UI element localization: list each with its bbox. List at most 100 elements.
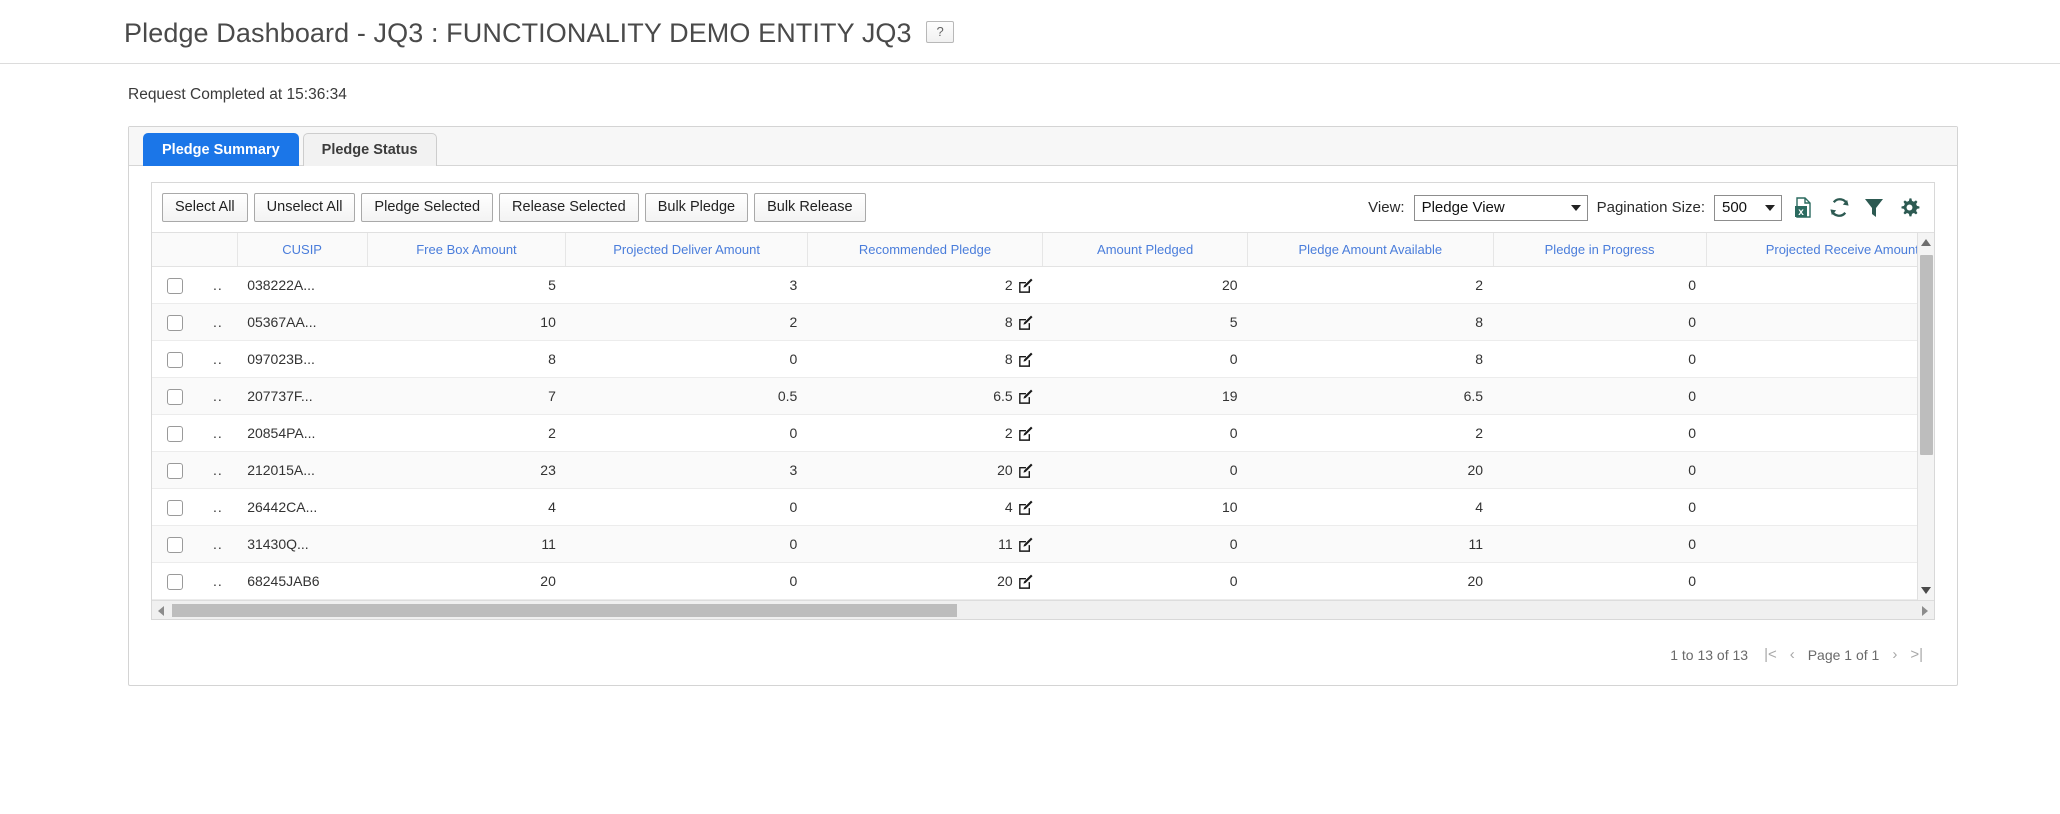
row-checkbox[interactable] (167, 277, 184, 294)
pledge-table: CUSIP Free Box Amount Projected Deliver … (152, 233, 1934, 600)
edit-pencil-icon[interactable] (1018, 500, 1033, 515)
cell-amount-pledged: 19 (1042, 377, 1248, 415)
tab-pledge-summary[interactable]: Pledge Summary (143, 133, 299, 166)
cell-free-box-amount: 4 (367, 488, 566, 526)
row-menu-cell[interactable]: .. (198, 414, 238, 452)
edit-pencil-icon[interactable] (1018, 389, 1033, 404)
column-header-projected-receive[interactable]: Projected Receive Amount (1705, 233, 1934, 267)
row-menu-cell[interactable]: .. (198, 340, 238, 378)
help-button[interactable]: ? (926, 20, 955, 43)
scroll-left-icon[interactable] (158, 606, 164, 616)
cell-pledge-amount-available: 4 (1247, 488, 1494, 526)
pagination-bar: 1 to 13 of 13 |< ‹ Page 1 of 1 › >| (139, 620, 1947, 667)
previous-page-button[interactable]: ‹ (1790, 646, 1795, 663)
table-row[interactable]: ..05367AA...10285800 (152, 303, 1934, 341)
release-selected-button[interactable]: Release Selected (499, 193, 639, 222)
cell-cusip: 26442CA... (237, 488, 368, 526)
cell-pledge-in-progress: 0 (1493, 525, 1707, 563)
row-select-cell (152, 414, 199, 452)
table-scroll-area: CUSIP Free Box Amount Projected Deliver … (152, 232, 1934, 600)
grid-toolbar: Select All Unselect All Pledge Selected … (152, 183, 1934, 232)
cell-pledge-amount-available: 2 (1247, 414, 1494, 452)
cell-pledge-in-progress: 0 (1493, 377, 1707, 415)
edit-pencil-icon[interactable] (1018, 574, 1033, 589)
table-row[interactable]: ..26442CA...40410400 (152, 488, 1934, 526)
bulk-release-button[interactable]: Bulk Release (754, 193, 866, 222)
cell-free-box-amount: 11 (367, 525, 566, 563)
table-row[interactable]: ..20854PA...2020200 (152, 414, 1934, 452)
edit-pencil-icon[interactable] (1018, 315, 1033, 330)
row-checkbox[interactable] (167, 314, 184, 331)
edit-pencil-icon[interactable] (1018, 426, 1033, 441)
first-page-button[interactable]: |< (1764, 646, 1777, 663)
cell-projected-receive-amount: 0 (1706, 266, 1934, 304)
vertical-scroll-thumb[interactable] (1920, 255, 1933, 455)
vertical-scrollbar[interactable] (1917, 233, 1934, 600)
table-row[interactable]: ..097023B...8080800 (152, 340, 1934, 378)
excel-export-icon[interactable]: x (1791, 195, 1817, 221)
column-header-projected-deliver[interactable]: Projected Deliver Amount (565, 233, 808, 267)
row-checkbox[interactable] (167, 388, 184, 405)
row-checkbox[interactable] (167, 351, 184, 368)
bulk-pledge-button[interactable]: Bulk Pledge (644, 193, 749, 222)
cell-recommended-pledge-value: 6.5 (993, 388, 1013, 404)
column-header-free-box-amount[interactable]: Free Box Amount (366, 233, 566, 267)
unselect-all-button[interactable]: Unselect All (253, 193, 356, 222)
row-menu-cell[interactable]: .. (198, 303, 238, 341)
row-menu-cell[interactable]: .. (198, 525, 238, 563)
cell-projected-receive-amount: 0 (1706, 414, 1934, 452)
cell-projected-deliver-amount: 0 (565, 340, 808, 378)
filter-icon[interactable] (1861, 195, 1887, 221)
row-checkbox[interactable] (167, 536, 184, 553)
column-header-recommended-pledge[interactable]: Recommended Pledge (806, 233, 1043, 267)
scroll-up-icon[interactable] (1921, 239, 1931, 246)
next-page-button[interactable]: › (1892, 646, 1897, 663)
row-checkbox[interactable] (167, 573, 184, 590)
row-menu-cell[interactable]: .. (198, 451, 238, 489)
table-row[interactable]: ..207737F...70.56.5196.500 (152, 377, 1934, 415)
pagination-size-select[interactable]: 500 (1714, 194, 1782, 221)
row-menu-cell[interactable]: .. (198, 266, 238, 304)
table-row[interactable]: ..038222A...53220200 (152, 266, 1934, 304)
edit-pencil-icon[interactable] (1018, 537, 1033, 552)
edit-pencil-icon[interactable] (1018, 278, 1033, 293)
row-checkbox[interactable] (167, 462, 184, 479)
horizontal-scroll-thumb[interactable] (172, 604, 957, 617)
cell-projected-receive-amount: 0 (1706, 377, 1934, 415)
cell-pledge-amount-available: 20 (1247, 562, 1494, 600)
row-checkbox[interactable] (167, 499, 184, 516)
page-title: Pledge Dashboard - JQ3 : FUNCTIONALITY D… (124, 18, 912, 48)
row-menu-cell[interactable]: .. (198, 377, 238, 415)
select-all-button[interactable]: Select All (162, 193, 248, 222)
horizontal-scrollbar[interactable] (152, 600, 1934, 619)
cell-pledge-in-progress: 0 (1493, 266, 1707, 304)
table-row[interactable]: ..212015A...2332002000 (152, 451, 1934, 489)
cell-projected-receive-amount: 0 (1706, 488, 1934, 526)
scroll-down-icon[interactable] (1921, 587, 1931, 594)
view-select[interactable]: Pledge View (1413, 194, 1588, 221)
scroll-right-icon[interactable] (1922, 606, 1928, 616)
settings-gear-icon[interactable] (1896, 195, 1922, 221)
column-header-pledge-amount-available[interactable]: Pledge Amount Available (1247, 233, 1494, 267)
table-row[interactable]: ..68245JAB62002002000 (152, 562, 1934, 600)
cell-cusip: 68245JAB6 (237, 562, 368, 600)
last-page-button[interactable]: >| (1910, 646, 1923, 663)
view-label: View: (1368, 199, 1405, 216)
table-row[interactable]: ..31430Q...1101101100 (152, 525, 1934, 563)
edit-pencil-icon[interactable] (1018, 463, 1033, 478)
refresh-icon[interactable] (1826, 195, 1852, 221)
row-select-cell (152, 488, 199, 526)
row-menu-cell[interactable]: .. (198, 488, 238, 526)
cell-recommended-pledge: 2 (807, 266, 1043, 304)
column-header-amount-pledged[interactable]: Amount Pledged (1042, 233, 1248, 267)
pledge-selected-button[interactable]: Pledge Selected (361, 193, 494, 222)
cell-amount-pledged: 0 (1042, 451, 1248, 489)
edit-pencil-icon[interactable] (1018, 352, 1033, 367)
cell-free-box-amount: 23 (367, 451, 566, 489)
column-header-cusip[interactable]: CUSIP (236, 233, 368, 267)
column-header-pledge-in-progress[interactable]: Pledge in Progress (1492, 233, 1707, 267)
svg-text:x: x (1798, 207, 1804, 218)
row-menu-cell[interactable]: .. (198, 562, 238, 600)
tab-pledge-status[interactable]: Pledge Status (302, 133, 437, 166)
row-checkbox[interactable] (167, 425, 184, 442)
